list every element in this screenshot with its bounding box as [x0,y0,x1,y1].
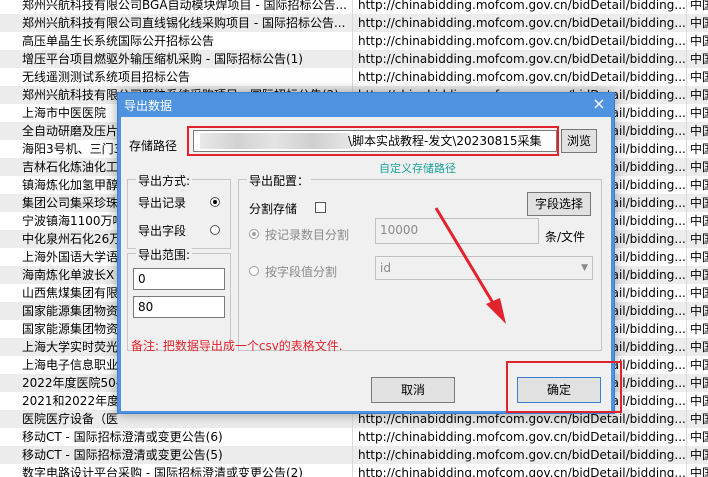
table-row[interactable]: 高压单晶生长系统国际公开招标公告 http://chinabidding.mofc… [0,32,708,50]
export-method-title: 导出方式: [136,172,193,189]
table-cell-url: http://chinabidding.mofcom.gov.cn/bidDet… [358,0,686,12]
table-row[interactable]: 移动CT - 国际招标澄清或变更公告(6) http://chinabidding… [0,428,708,446]
export-fields-label: 导出字段 [138,224,187,238]
field-select-value: id [380,261,391,275]
table-cell-country: 中国 [690,106,708,120]
table-cell-url: http://chinabidding.mofcom.gov.cn/bidDet… [358,52,686,66]
table-cell-country: 中国 [690,430,708,444]
table-cell-country: 中国 [690,70,708,84]
cancel-button[interactable]: 取消 [371,377,455,403]
export-records-radio[interactable] [210,197,220,207]
table-cell-country: 中国 [690,160,708,174]
split-storage-label: 分割存储 [249,202,298,216]
split-by-count-radio[interactable] [249,229,259,239]
table-cell-country: 中国 [690,358,708,372]
export-range-title: 导出范围: [136,246,193,263]
table-cell-country: 中国 [690,394,708,408]
export-records-label: 导出记录 [138,196,187,210]
table-cell-url: http://chinabidding.mofcom.gov.cn/bidDet… [358,16,686,30]
table-cell-title: 郑州兴航科技有限公司BGA自动模块焊项目 - 国际招标公告... [22,0,347,12]
record-count-input[interactable]: 10000 [375,218,539,244]
table-cell-country: 中国 [690,232,708,246]
table-cell-country: 中国 [690,214,708,228]
export-dialog: 导出数据 × 存储路径 \脚本实战教程-发文\20230815采集 浏览 自定义… [117,92,622,414]
table-cell-country: 中国 [690,178,708,192]
table-row[interactable]: 增压平台项目燃驱外输压缩机采购 - 国际招标公告(1) http://chinab… [0,50,708,68]
table-cell-country: 中国 [690,304,708,318]
table-cell-url: http://chinabidding.mofcom.gov.cn/bidDet… [358,34,686,48]
export-config-title: 导出配置： [247,172,312,189]
table-cell-country: 中国 [690,88,708,102]
export-method-group: 导出方式: 导出记录 导出字段 [127,172,231,249]
table-cell-country: 中国 [690,322,708,336]
table-cell-title: 增压平台项目燃驱外输压缩机采购 - 国际招标公告(1) [22,52,303,66]
table-cell-country: 中国 [690,52,708,66]
table-cell-title: 无线遥测测试系统项目招标公告 [22,70,191,84]
table-cell-title: 数字电路设计平台采购 - 国际招标澄清或变更公告(2) [22,466,303,477]
table-cell-title: 移动CT - 国际招标澄清或变更公告(5) [22,448,223,462]
highlight-box-ok [506,361,622,413]
table-cell-url: http://chinabidding.mofcom.gov.cn/bidDet… [358,448,686,462]
table-cell-country: 中国 [690,0,708,12]
table-cell-url: http://chinabidding.mofcom.gov.cn/bidDet… [358,430,686,444]
table-row[interactable]: 数字电路设计平台采购 - 国际招标澄清或变更公告(2) http://chinab… [0,464,708,477]
custom-path-annotation: 自定义存储路径 [379,162,456,175]
split-by-field-label: 按字段值分割 [265,265,338,279]
table-cell-country: 中国 [690,340,708,354]
table-cell-title: 移动CT - 国际招标澄清或变更公告(6) [22,430,223,444]
table-cell-country: 中国 [690,412,708,426]
count-unit-label: 条/文件 [545,230,586,244]
table-cell-country: 中国 [690,376,708,390]
column-divider [686,0,687,477]
range-from-input[interactable]: 0 [133,268,225,290]
note-text: 备注: 把数据导出成一个csv的表格文件. [131,339,343,353]
table-cell-country: 中国 [690,16,708,30]
highlight-box-path [187,126,559,156]
table-cell-country: 中国 [690,142,708,156]
dialog-title: 导出数据 [124,99,173,113]
table-row[interactable]: 郑州兴航科技有限公司BGA自动模块焊项目 - 国际招标公告... http://c… [0,0,708,14]
table-row[interactable]: 无线遥测测试系统项目招标公告 http://chinabidding.mofcom… [0,68,708,86]
table-cell-country: 中国 [690,466,708,477]
field-select-dropdown[interactable]: id ▼ [375,256,593,280]
browse-button[interactable]: 浏览 [561,129,597,153]
table-cell-url: http://chinabidding.mofcom.gov.cn/bidDet… [358,70,686,84]
table-cell-title: 高压单晶生长系统国际公开招标公告 [22,34,215,48]
table-cell-country: 中国 [690,250,708,264]
chevron-down-icon: ▼ [581,263,588,273]
split-storage-checkbox[interactable] [315,202,326,213]
table-cell-title: 郑州兴航科技有限公司直线锡化线采购项目 - 国际招标公告... [22,16,346,30]
table-cell-country: 中国 [690,286,708,300]
export-fields-radio[interactable] [210,225,220,235]
table-cell-url: http://chinabidding.mofcom.gov.cn/bidDet… [358,466,686,477]
table-cell-country: 中国 [690,124,708,138]
table-cell-country: 中国 [690,268,708,282]
split-by-field-radio[interactable] [249,266,259,276]
field-select-button[interactable]: 字段选择 [527,192,591,216]
split-by-count-label: 按记录数目分割 [265,228,350,242]
close-icon[interactable]: × [590,95,608,113]
table-row[interactable]: 郑州兴航科技有限公司直线锡化线采购项目 - 国际招标公告... http://ch… [0,14,708,32]
table-cell-country: 中国 [690,34,708,48]
dialog-titlebar[interactable]: 导出数据 × [118,93,614,117]
table-row[interactable]: 移动CT - 国际招标澄清或变更公告(5) http://chinabidding… [0,446,708,464]
table-cell-country: 中国 [690,196,708,210]
path-label: 存储路径 [129,139,178,153]
table-cell-country: 中国 [690,448,708,462]
range-to-input[interactable]: 80 [133,296,225,318]
